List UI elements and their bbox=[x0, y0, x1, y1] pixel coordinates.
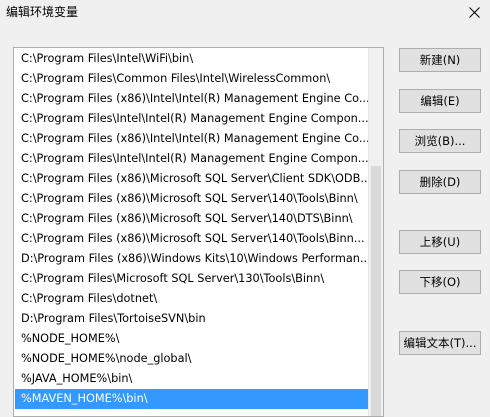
list-item[interactable]: C:\Program Files\Intel\Intel(R) Manageme… bbox=[15, 109, 369, 129]
list-item[interactable]: C:\Program Files (x86)\Microsoft SQL Ser… bbox=[15, 229, 369, 249]
close-button[interactable] bbox=[464, 2, 484, 22]
delete-button[interactable]: 删除(D) bbox=[399, 170, 481, 194]
edit-button[interactable]: 编辑(E) bbox=[399, 89, 481, 113]
list-item[interactable]: C:\Program Files\Intel\Intel(R) Manageme… bbox=[15, 149, 369, 169]
move-down-button[interactable]: 下移(O) bbox=[399, 270, 481, 294]
scrollbar-thumb[interactable] bbox=[371, 166, 381, 416]
list-item[interactable]: D:\Program Files (x86)\Windows Kits\10\W… bbox=[15, 249, 369, 269]
move-up-button[interactable]: 上移(U) bbox=[399, 230, 481, 254]
list-item[interactable]: C:\Program Files\Intel\WiFi\bin\ bbox=[15, 49, 369, 69]
list-item[interactable]: %JAVA_HOME%\bin\ bbox=[15, 369, 369, 389]
vertical-scrollbar[interactable] bbox=[368, 48, 383, 416]
list-item[interactable]: C:\Program Files (x86)\Intel\Intel(R) Ma… bbox=[15, 89, 369, 109]
list-item[interactable]: C:\Program Files\Common Files\Intel\Wire… bbox=[15, 69, 369, 89]
list-item[interactable]: %NODE_HOME%\node_global\ bbox=[15, 349, 369, 369]
window-title: 编辑环境变量 bbox=[6, 5, 79, 19]
edit-text-button[interactable]: 编辑文本(T)... bbox=[399, 331, 481, 355]
new-button[interactable]: 新建(N) bbox=[399, 48, 481, 72]
list-item[interactable]: D:\Program Files\TortoiseSVN\bin bbox=[15, 309, 369, 329]
path-list-items: C:\Program Files\Intel\WiFi\bin\ C:\Progr… bbox=[15, 49, 369, 409]
list-item[interactable]: C:\Program Files\Microsoft SQL Server\13… bbox=[15, 269, 369, 289]
close-icon bbox=[468, 6, 480, 18]
list-item[interactable]: C:\Program Files (x86)\Microsoft SQL Ser… bbox=[15, 209, 369, 229]
browse-button[interactable]: 浏览(B)... bbox=[399, 129, 481, 153]
list-item[interactable]: C:\Program Files (x86)\Microsoft SQL Ser… bbox=[15, 169, 369, 189]
edit-environment-variable-dialog: 编辑环境变量 C:\Program Files\Intel\WiFi\bin\ C… bbox=[0, 0, 490, 417]
path-list[interactable]: C:\Program Files\Intel\WiFi\bin\ C:\Progr… bbox=[13, 47, 384, 417]
list-item[interactable]: C:\Program Files (x86)\Intel\Intel(R) Ma… bbox=[15, 129, 369, 149]
list-item[interactable]: %NODE_HOME%\ bbox=[15, 329, 369, 349]
list-item[interactable]: %MAVEN_HOME%\bin\ bbox=[15, 389, 369, 409]
list-item[interactable]: C:\Program Files\dotnet\ bbox=[15, 289, 369, 309]
list-item[interactable]: C:\Program Files (x86)\Microsoft SQL Ser… bbox=[15, 189, 369, 209]
